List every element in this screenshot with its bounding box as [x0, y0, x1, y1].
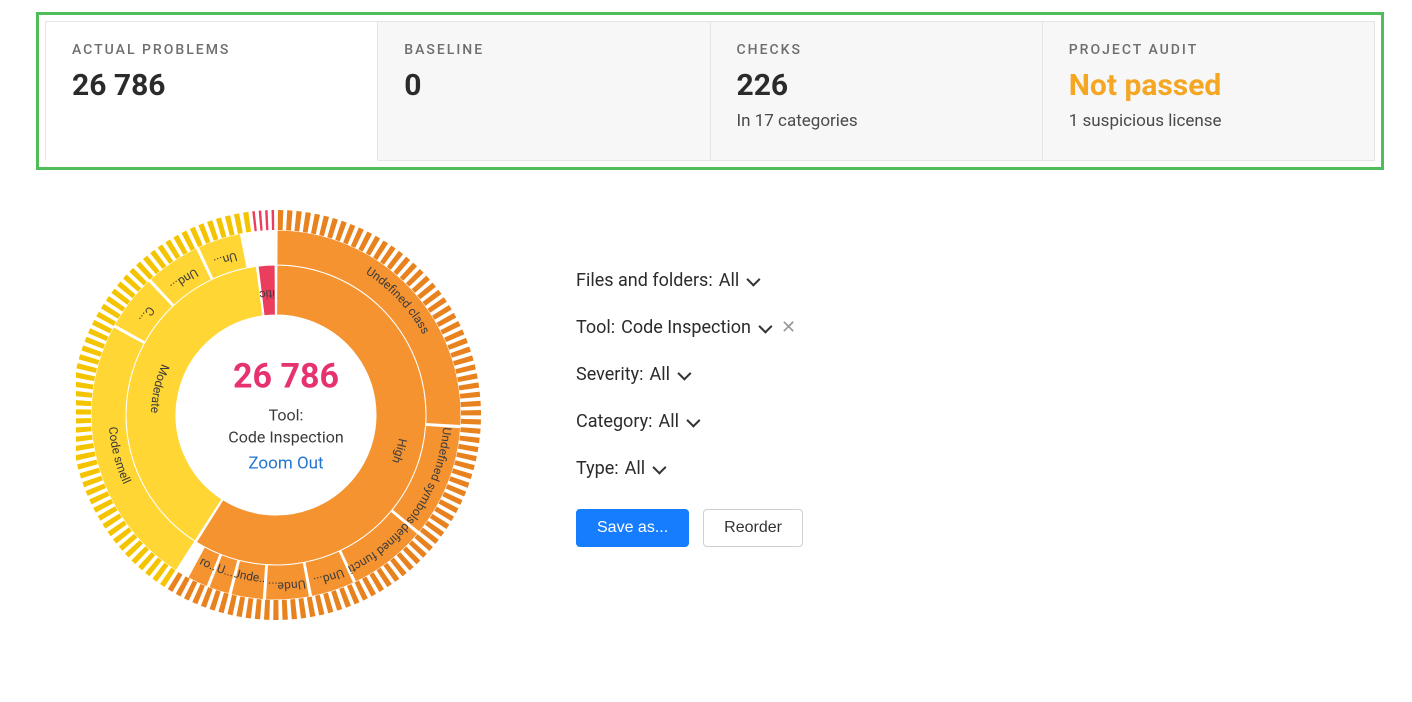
card-baseline[interactable]: BASELINE 0 [378, 21, 710, 161]
chevron-down-icon [677, 366, 691, 380]
filter-label: Files and folders: [576, 270, 713, 291]
card-label: BASELINE [404, 42, 683, 58]
filters-panel: Files and folders: All Tool: Code Inspec… [576, 190, 803, 547]
filter-label: Severity: [576, 364, 644, 385]
sunburst-chart[interactable]: HighUndefined classUndefined symbolsUnde… [76, 190, 496, 660]
chevron-down-icon [686, 413, 700, 427]
filter-label: Category: [576, 411, 652, 432]
filter-label: Tool: [576, 317, 615, 338]
chevron-down-icon [652, 460, 666, 474]
card-actual-problems[interactable]: ACTUAL PROBLEMS 26 786 [45, 21, 378, 161]
card-label: PROJECT AUDIT [1069, 42, 1348, 58]
chevron-down-icon [747, 272, 761, 286]
card-value: 226 [737, 68, 1016, 103]
card-value: 26 786 [72, 68, 351, 103]
sunburst-tool-label: Tool: Code Inspection [228, 404, 343, 447]
card-project-audit[interactable]: PROJECT AUDIT Not passed 1 suspicious li… [1043, 21, 1375, 161]
card-label: ACTUAL PROBLEMS [72, 42, 351, 58]
stat-cards: ACTUAL PROBLEMS 26 786 BASELINE 0 CHECKS… [45, 21, 1375, 161]
filter-label: Type: [576, 458, 619, 479]
reorder-button[interactable]: Reorder [703, 509, 803, 547]
filter-severity[interactable]: Severity: All [576, 364, 803, 385]
filter-value: All [625, 458, 646, 479]
card-subtext: 1 suspicious license [1069, 111, 1348, 131]
card-label: CHECKS [737, 42, 1016, 58]
stats-summary: ACTUAL PROBLEMS 26 786 BASELINE 0 CHECKS… [36, 12, 1384, 170]
filter-value: All [650, 364, 671, 385]
card-subtext: In 17 categories [737, 111, 1016, 131]
filter-value: Code Inspection [621, 317, 751, 338]
sunburst-center: 26 786 Tool: Code Inspection Zoom Out [228, 356, 343, 473]
card-value: Not passed [1069, 68, 1348, 103]
filter-category[interactable]: Category: All [576, 411, 803, 432]
filter-value: All [658, 411, 679, 432]
filter-files[interactable]: Files and folders: All [576, 270, 803, 291]
sunburst-total: 26 786 [228, 356, 343, 396]
card-checks[interactable]: CHECKS 226 In 17 categories [711, 21, 1043, 161]
clear-filter-icon[interactable]: ✕ [781, 317, 796, 338]
card-value: 0 [404, 68, 683, 103]
filter-type[interactable]: Type: All [576, 458, 803, 479]
chevron-down-icon [758, 319, 772, 333]
save-as-button[interactable]: Save as... [576, 509, 689, 547]
filter-tool[interactable]: Tool: Code Inspection ✕ [576, 317, 803, 338]
zoom-out-link[interactable]: Zoom Out [228, 454, 343, 474]
filter-value: All [719, 270, 740, 291]
